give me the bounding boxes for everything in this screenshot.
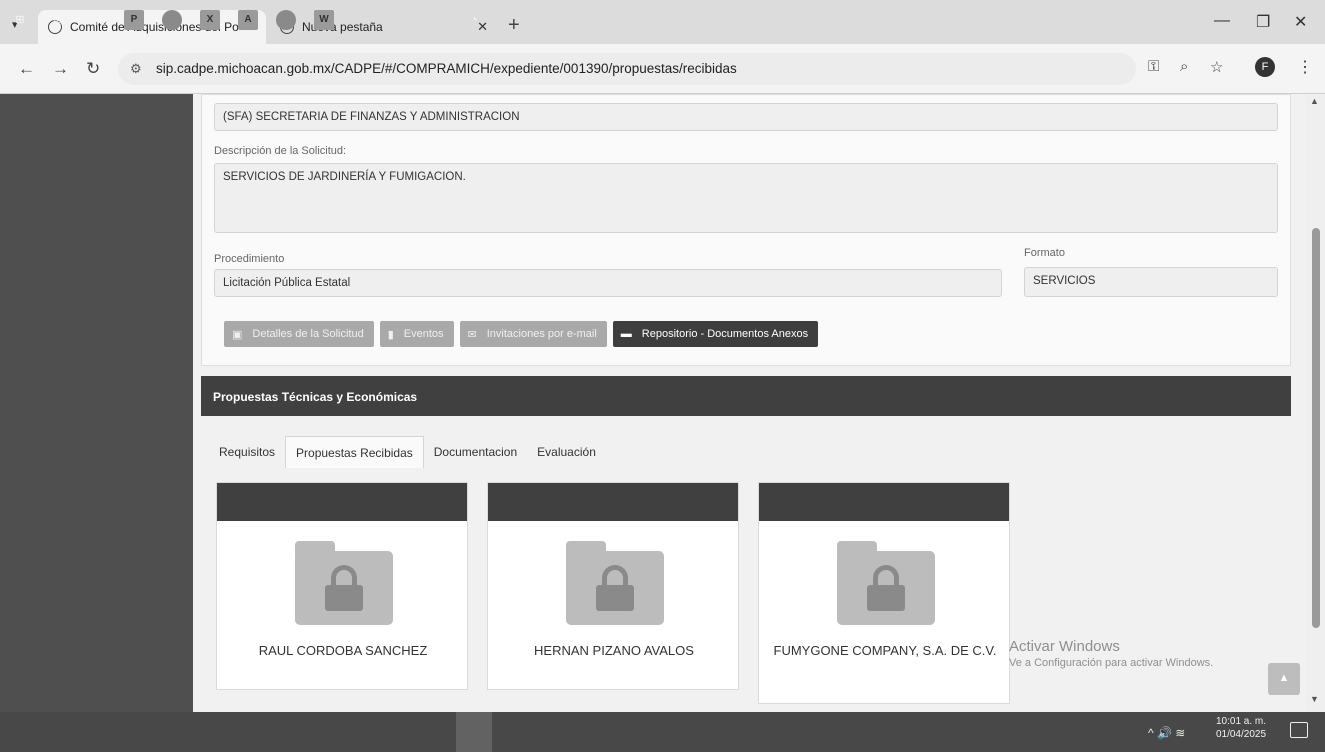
url-text[interactable]: sip.cadpe.michoacan.gob.mx/CADPE/#/COMPR… [156, 61, 737, 76]
reload-icon[interactable]: ↻ [86, 59, 100, 79]
clock-date: 01/04/2025 [1215, 729, 1267, 740]
invitaciones-button[interactable]: ✉ Invitaciones por e-mail [459, 321, 607, 347]
locked-folder-icon[interactable] [566, 541, 664, 625]
document-icon: ▣ [232, 328, 243, 341]
page-content: (SFA) SECRETARIA DE FINANZAS Y ADMINISTR… [193, 94, 1306, 712]
windows-taskbar [0, 712, 1325, 752]
zoom-icon[interactable]: ⌕ [1180, 58, 1188, 75]
word-icon[interactable]: W [314, 10, 334, 30]
descripcion-textarea[interactable]: SERVICIOS DE JARDINERÍA Y FUMIGACION. [214, 163, 1278, 233]
formato-field[interactable]: SERVICIOS [1024, 267, 1278, 297]
windows-activation-watermark: Activar Windows Ve a Configuración para … [1009, 638, 1213, 669]
excel-icon[interactable]: X [200, 10, 220, 30]
scrollbar-thumb[interactable] [1312, 228, 1320, 628]
tab-comite-adquisiciones[interactable]: Comité de Adquisiciones del Po ✕ [38, 10, 266, 44]
procedimiento-field[interactable]: Licitación Pública Estatal [214, 269, 1002, 297]
edge-icon[interactable] [162, 10, 182, 30]
password-key-icon[interactable]: ⚿ [1148, 58, 1159, 75]
tab-evaluacion[interactable]: Evaluación [527, 436, 606, 468]
site-info-icon[interactable]: ⚙ [130, 61, 142, 77]
forward-arrow-icon[interactable]: → [52, 59, 69, 79]
chrome-icon[interactable] [276, 10, 296, 30]
profile-avatar[interactable]: F [1255, 57, 1275, 77]
new-tab-plus-icon[interactable]: + [508, 14, 520, 37]
windows-start-icon[interactable]: ⊞ [10, 10, 30, 30]
taskbar-clock[interactable]: 10:01 a. m. 01/04/2025 [1212, 715, 1270, 741]
back-arrow-icon[interactable]: ← [18, 59, 35, 79]
file-explorer-icon[interactable]: ▤ [48, 10, 68, 30]
scroll-to-top-button[interactable]: ▲ [1268, 663, 1300, 695]
chrome-profile-icon[interactable]: ◔ [464, 10, 484, 30]
solicitud-card: (SFA) SECRETARIA DE FINANZAS Y ADMINISTR… [201, 94, 1291, 366]
bookmark-star-icon[interactable]: ☆ [1210, 58, 1223, 76]
active-app-highlight [456, 712, 492, 752]
proposal-card[interactable]: FUMYGONE COMPANY, S.A. DE C.V. [758, 482, 1010, 704]
eventos-button[interactable]: ▮ Eventos [379, 321, 454, 347]
lock-body [325, 585, 363, 611]
address-bar[interactable]: ⚙ sip.cadpe.michoacan.gob.mx/CADPE/#/COM… [118, 53, 1136, 85]
repositorio-button[interactable]: ▬ Repositorio - Documentos Anexos [612, 321, 819, 347]
tab-requisitos[interactable]: Requisitos [209, 436, 285, 468]
restore-icon[interactable]: ❐ [1256, 12, 1270, 32]
lock-body [596, 585, 634, 611]
watermark-subtitle: Ve a Configuración para activar Windows. [1009, 657, 1214, 669]
proposal-card-header [759, 483, 1009, 521]
proposal-name: FUMYGONE COMPANY, S.A. DE C.V. [773, 643, 997, 658]
tab-propuestas-recibidas[interactable]: Propuestas Recibidas [285, 436, 424, 468]
close-window-icon[interactable]: ✕ [1294, 12, 1307, 32]
proposal-name: HERNAN PIZANO AVALOS [534, 643, 694, 658]
system-tray-icons[interactable]: ^ 🔊 ≋ [1148, 726, 1185, 740]
action-buttons: ▣ Detalles de la Solicitud ▮ Eventos ✉ I… [224, 321, 819, 347]
scroll-up-arrow-icon[interactable]: ▲ [1310, 96, 1319, 106]
minimize-icon[interactable]: — [1214, 12, 1230, 30]
propuestas-section-title: Propuestas Técnicas y Económicas [201, 376, 1291, 416]
archive-icon: ▬ [620, 328, 632, 340]
eventos-label: Eventos [403, 328, 444, 340]
browser-tab-bar: ▾ Comité de Adquisiciones del Po ✕ Nueva… [0, 0, 1325, 44]
browser-toolbar: ← → ↻ ⚙ sip.cadpe.michoacan.gob.mx/CADPE… [0, 44, 1325, 94]
locked-folder-icon[interactable] [295, 541, 393, 625]
locked-folder-icon[interactable] [837, 541, 935, 625]
dependencia-field[interactable]: (SFA) SECRETARIA DE FINANZAS Y ADMINISTR… [214, 103, 1278, 131]
email-icon: ✉ [467, 328, 477, 341]
proposal-card[interactable]: HERNAN PIZANO AVALOS [487, 482, 739, 690]
left-sidebar [0, 94, 193, 712]
powerpoint-icon[interactable]: P [124, 10, 144, 30]
acrobat-icon[interactable]: A [238, 10, 258, 30]
clock-time: 10:01 a. m. [1215, 716, 1267, 727]
notification-icon[interactable] [1290, 722, 1308, 738]
tab-documentacion[interactable]: Documentacion [424, 436, 527, 468]
calendar-icon: ▮ [387, 328, 394, 341]
lock-body [867, 585, 905, 611]
proposal-card-header [488, 483, 738, 521]
scroll-down-arrow-icon[interactable]: ▼ [1310, 694, 1319, 704]
detalles-solicitud-label: Detalles de la Solicitud [252, 328, 364, 340]
procedimiento-label: Procedimiento [214, 253, 285, 265]
invitaciones-label: Invitaciones por e-mail [486, 328, 597, 340]
repositorio-label: Repositorio - Documentos Anexos [641, 328, 809, 340]
propuestas-tabs: Requisitos Propuestas Recibidas Document… [209, 436, 606, 468]
more-menu-icon[interactable]: ⋮ [1297, 57, 1313, 77]
proposal-card-header [217, 483, 467, 521]
app-icon[interactable]: ◐ [86, 10, 106, 30]
proposal-name: RAUL CORDOBA SANCHEZ [258, 643, 428, 658]
descripcion-label: Descripción de la Solicitud: [214, 145, 347, 157]
detalles-solicitud-button[interactable]: ▣ Detalles de la Solicitud [224, 321, 374, 347]
proposal-card[interactable]: RAUL CORDOBA SANCHEZ [216, 482, 468, 690]
watermark-title: Activar Windows [1009, 638, 1120, 655]
formato-label: Formato [1024, 247, 1065, 259]
